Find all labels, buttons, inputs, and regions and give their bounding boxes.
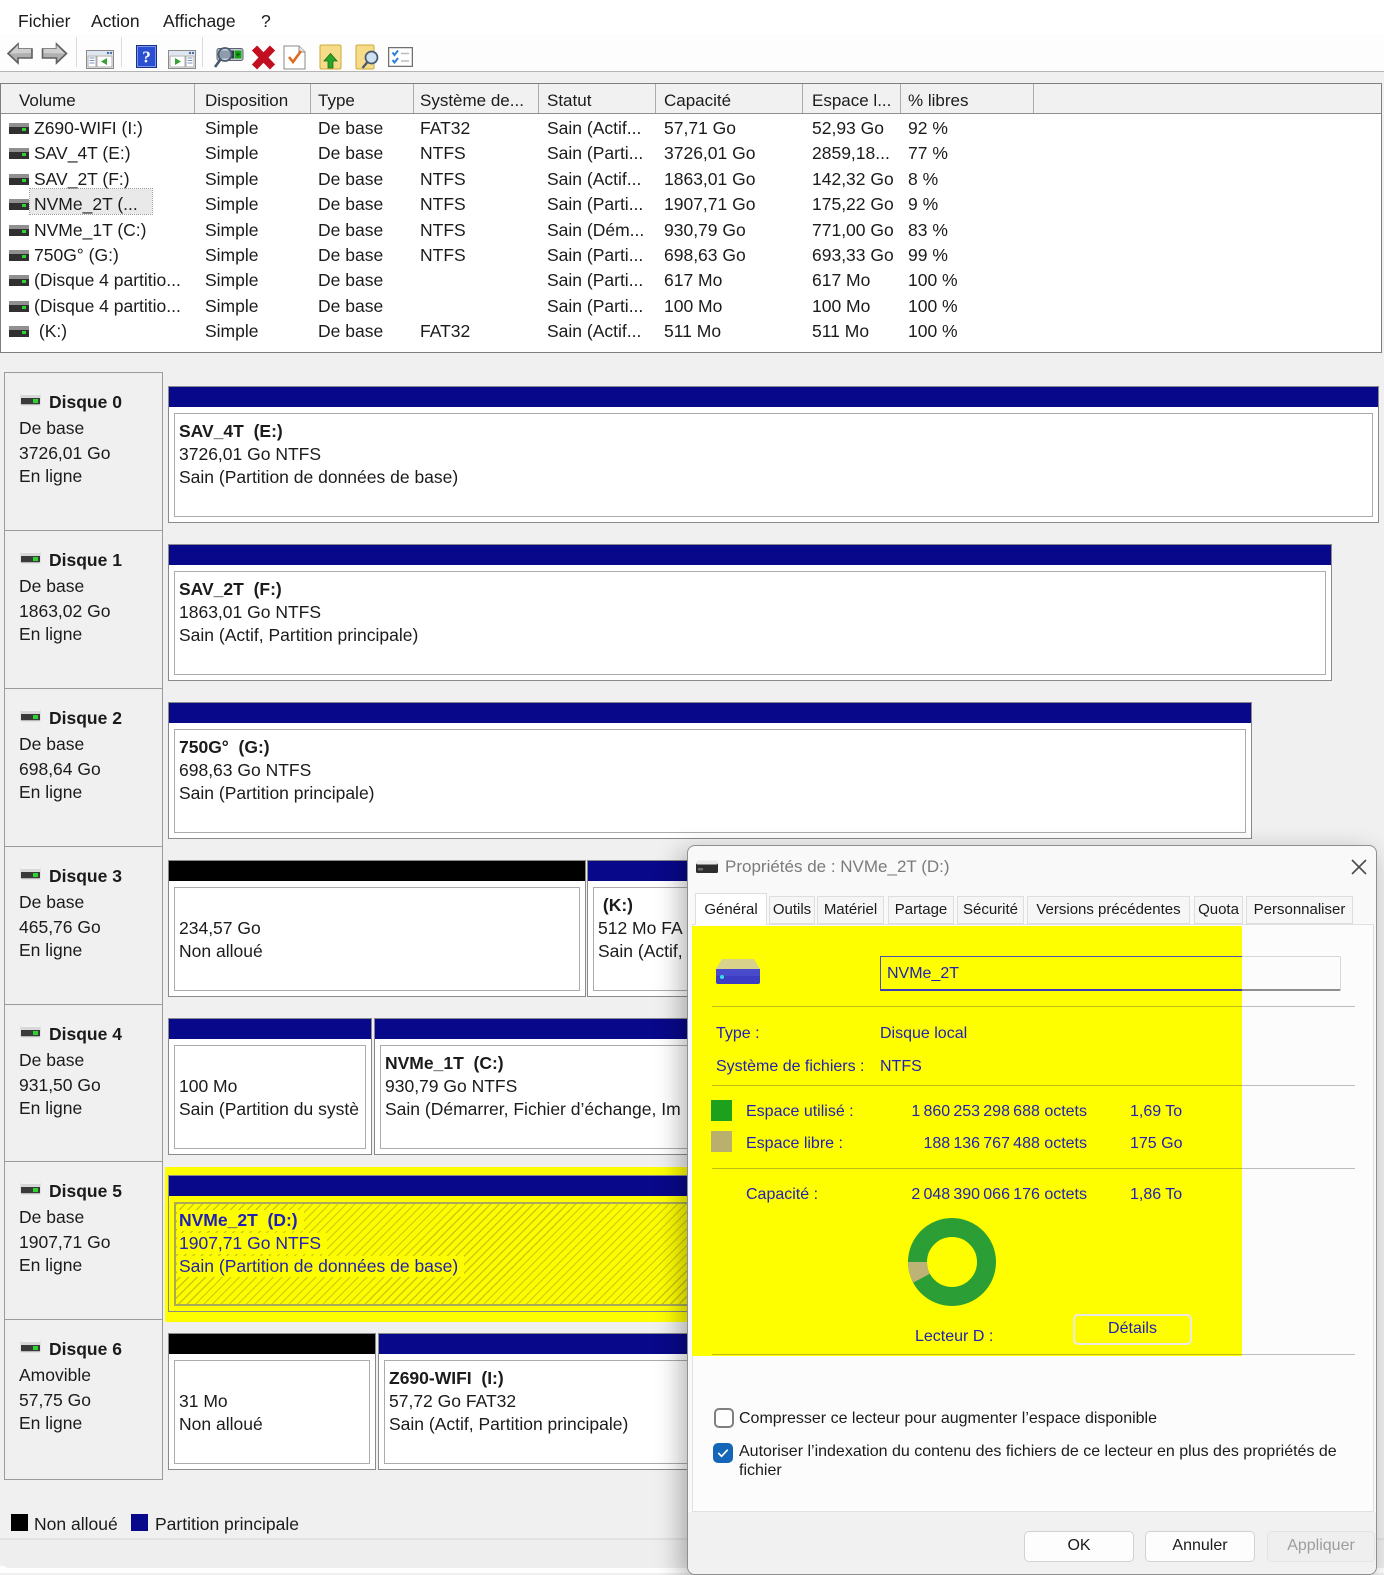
svg-text:?: ?	[142, 48, 151, 67]
